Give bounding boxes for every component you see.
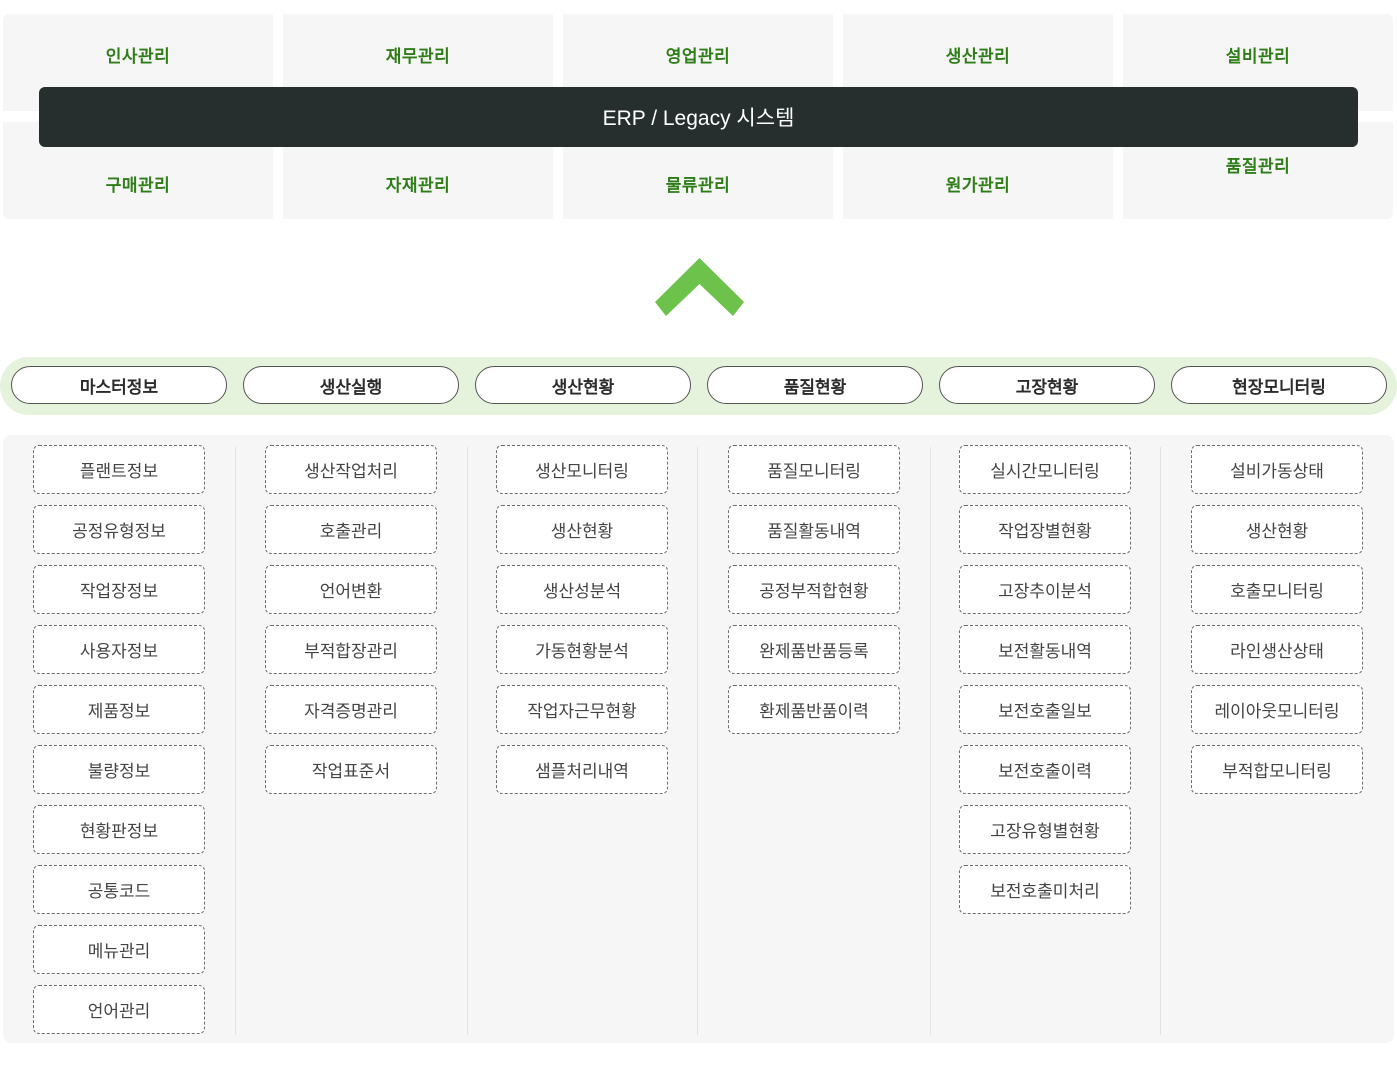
menu-item: 실시간모니터링	[959, 445, 1131, 494]
menu-item: 부적합모니터링	[1191, 745, 1363, 794]
menu-item: 고장유형별현황	[959, 805, 1131, 854]
category-field-monitoring: 현장모니터링	[1171, 366, 1387, 404]
category-master-info: 마스터정보	[11, 366, 227, 404]
erp-legacy-bar: ERP / Legacy 시스템	[39, 87, 1358, 147]
menu-item: 현황판정보	[33, 805, 205, 854]
erp-diagram: 인사관리 재무관리 영업관리 생산관리 설비관리 구매관리 자재관리 물류관리 …	[0, 0, 1397, 220]
menu-item: 작업장별현황	[959, 505, 1131, 554]
menu-item: 메뉴관리	[33, 925, 205, 974]
category-label: 품질현황	[783, 377, 847, 398]
category-bar: 마스터정보 생산실행 생산현황 품질현황 고장현황 현장모니터링	[0, 357, 1397, 415]
menu-item: 생산작업처리	[265, 445, 437, 494]
menu-item: 플랜트정보	[33, 445, 205, 494]
column-divider	[235, 447, 236, 1035]
module-label: 설비관리	[1225, 47, 1291, 67]
category-label: 고장현황	[1015, 377, 1079, 398]
menu-item: 라인생산상태	[1191, 625, 1363, 674]
menu-item: 레이아웃모니터링	[1191, 685, 1363, 734]
menu-item: 생산성분석	[496, 565, 668, 614]
menu-item: 자격증명관리	[265, 685, 437, 734]
menu-item: 고장추이분석	[959, 565, 1131, 614]
menu-item: 완제품반품등록	[728, 625, 900, 674]
menu-item: 언어변환	[265, 565, 437, 614]
menu-item: 언어관리	[33, 985, 205, 1034]
column-divider	[930, 447, 931, 1035]
menu-item: 작업장정보	[33, 565, 205, 614]
erp-title: ERP / Legacy 시스템	[602, 107, 795, 130]
menu-item: 보전호출이력	[959, 745, 1131, 794]
menu-item: 환제품반품이력	[728, 685, 900, 734]
chevron-up-icon	[655, 258, 744, 316]
menu-item: 공정부적합현황	[728, 565, 900, 614]
menu-item: 생산모니터링	[496, 445, 668, 494]
menu-item: 공정유형정보	[33, 505, 205, 554]
module-label: 생산관리	[945, 47, 1011, 67]
menu-item: 보전호출일보	[959, 685, 1131, 734]
menu-item: 설비가동상태	[1191, 445, 1363, 494]
menu-item: 사용자정보	[33, 625, 205, 674]
module-label: 원가관리	[945, 176, 1011, 196]
module-label: 자재관리	[385, 176, 451, 196]
category-label: 현장모니터링	[1232, 377, 1326, 398]
menu-item: 생산현황	[496, 505, 668, 554]
category-label: 마스터정보	[79, 377, 159, 398]
category-quality-status: 품질현황	[707, 366, 923, 404]
category-label: 생산현황	[551, 377, 615, 398]
module-label: 인사관리	[105, 47, 171, 67]
module-label: 재무관리	[385, 47, 451, 67]
menu-item: 불량정보	[33, 745, 205, 794]
module-label: 영업관리	[665, 47, 731, 67]
module-label: 품질관리	[1225, 157, 1291, 177]
category-production-status: 생산현황	[475, 366, 691, 404]
column-divider	[1160, 447, 1161, 1035]
menu-item: 보전호출미처리	[959, 865, 1131, 914]
menu-item: 호출모니터링	[1191, 565, 1363, 614]
menu-item: 작업자근무현황	[496, 685, 668, 734]
menu-item: 품질모니터링	[728, 445, 900, 494]
category-production-execution: 생산실행	[243, 366, 459, 404]
module-label: 구매관리	[105, 176, 171, 196]
menu-item: 부적합장관리	[265, 625, 437, 674]
menu-item: 가동현황분석	[496, 625, 668, 674]
menu-item: 보전활동내역	[959, 625, 1131, 674]
column-divider	[697, 447, 698, 1035]
menu-item: 제품정보	[33, 685, 205, 734]
menu-item: 호출관리	[265, 505, 437, 554]
column-divider	[467, 447, 468, 1035]
category-failure-status: 고장현황	[939, 366, 1155, 404]
menu-item: 품질활동내역	[728, 505, 900, 554]
menu-item: 공통코드	[33, 865, 205, 914]
module-label: 물류관리	[665, 176, 731, 196]
menu-item: 생산현황	[1191, 505, 1363, 554]
menu-item: 샘플처리내역	[496, 745, 668, 794]
menu-item: 작업표준서	[265, 745, 437, 794]
menu-panel: 플랜트정보공정유형정보작업장정보사용자정보제품정보불량정보현황판정보공통코드메뉴…	[3, 435, 1394, 1043]
category-label: 생산실행	[319, 377, 383, 398]
